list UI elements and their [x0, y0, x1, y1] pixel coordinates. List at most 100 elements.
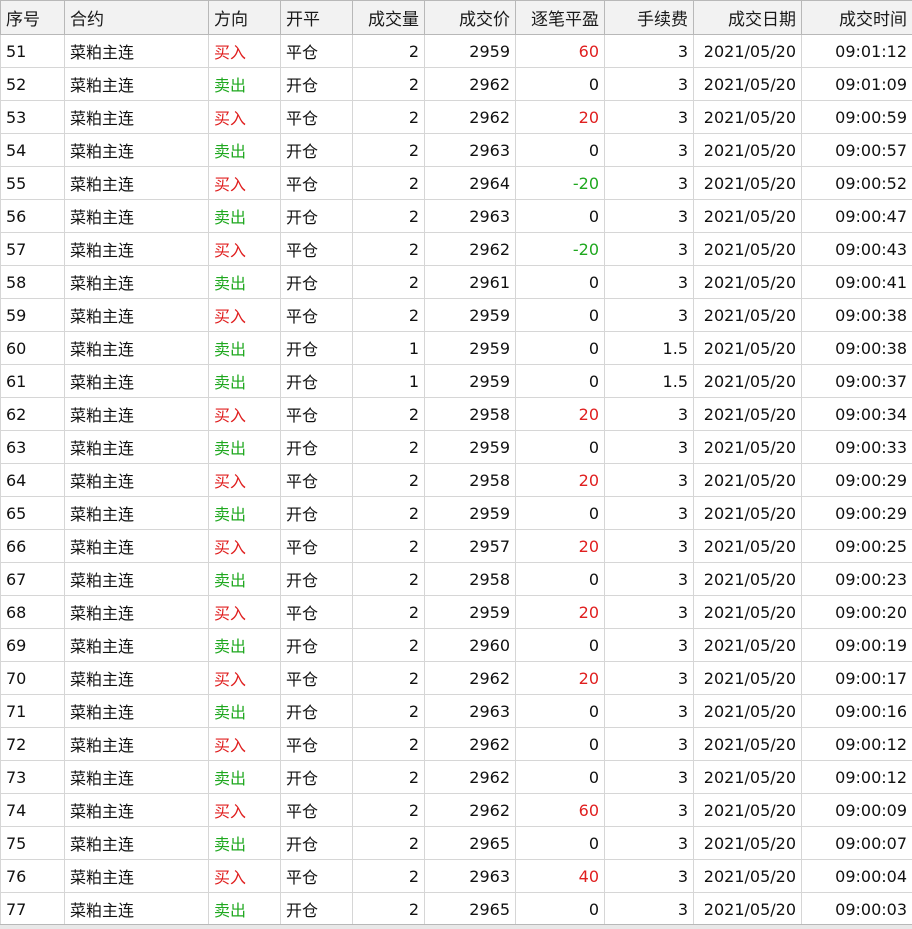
cell-trade-date: 2021/05/20	[694, 860, 802, 893]
table-row[interactable]: 56菜粕主连卖出开仓22963032021/05/2009:00:47	[1, 200, 912, 233]
table-row[interactable]: 59菜粕主连买入平仓22959032021/05/2009:00:38	[1, 299, 912, 332]
cell-fee: 3	[605, 398, 694, 431]
cell-price: 2959	[425, 596, 516, 629]
cell-fee: 3	[605, 728, 694, 761]
column-header-trade-time[interactable]: 成交时间	[802, 1, 912, 35]
cell-trade-pnl: 0	[516, 563, 605, 596]
cell-volume: 2	[353, 101, 425, 134]
cell-trade-time: 09:00:03	[802, 893, 912, 926]
cell-price: 2962	[425, 68, 516, 101]
table-row[interactable]: 66菜粕主连买入平仓229572032021/05/2009:00:25	[1, 530, 912, 563]
cell-direction: 卖出	[209, 695, 281, 728]
table-row[interactable]: 67菜粕主连卖出开仓22958032021/05/2009:00:23	[1, 563, 912, 596]
cell-open-close: 平仓	[281, 530, 353, 563]
cell-contract: 菜粕主连	[65, 299, 209, 332]
column-header-fee[interactable]: 手续费	[605, 1, 694, 35]
table-row[interactable]: 68菜粕主连买入平仓229592032021/05/2009:00:20	[1, 596, 912, 629]
table-row[interactable]: 71菜粕主连卖出开仓22963032021/05/2009:00:16	[1, 695, 912, 728]
table-row[interactable]: 64菜粕主连买入平仓229582032021/05/2009:00:29	[1, 464, 912, 497]
cell-direction: 卖出	[209, 893, 281, 926]
cell-trade-time: 09:00:33	[802, 431, 912, 464]
cell-trade-pnl: 0	[516, 728, 605, 761]
cell-contract: 菜粕主连	[65, 695, 209, 728]
table-row[interactable]: 74菜粕主连买入平仓229626032021/05/2009:00:09	[1, 794, 912, 827]
table-row[interactable]: 60菜粕主连卖出开仓1295901.52021/05/2009:00:38	[1, 332, 912, 365]
table-row[interactable]: 72菜粕主连买入平仓22962032021/05/2009:00:12	[1, 728, 912, 761]
cell-seq: 75	[1, 827, 65, 860]
table-row[interactable]: 65菜粕主连卖出开仓22959032021/05/2009:00:29	[1, 497, 912, 530]
cell-contract: 菜粕主连	[65, 893, 209, 926]
column-header-open-close[interactable]: 开平	[281, 1, 353, 35]
cell-trade-time: 09:00:12	[802, 761, 912, 794]
column-header-trade-pnl[interactable]: 逐笔平盈	[516, 1, 605, 35]
cell-open-close: 开仓	[281, 497, 353, 530]
cell-volume: 2	[353, 167, 425, 200]
table-row[interactable]: 58菜粕主连卖出开仓22961032021/05/2009:00:41	[1, 266, 912, 299]
cell-contract: 菜粕主连	[65, 530, 209, 563]
table-row[interactable]: 52菜粕主连卖出开仓22962032021/05/2009:01:09	[1, 68, 912, 101]
cell-trade-pnl: 0	[516, 200, 605, 233]
table-row[interactable]: 54菜粕主连卖出开仓22963032021/05/2009:00:57	[1, 134, 912, 167]
cell-trade-pnl: 20	[516, 101, 605, 134]
cell-volume: 2	[353, 728, 425, 761]
table-row[interactable]: 61菜粕主连卖出开仓1295901.52021/05/2009:00:37	[1, 365, 912, 398]
column-header-trade-date[interactable]: 成交日期	[694, 1, 802, 35]
column-header-price[interactable]: 成交价	[425, 1, 516, 35]
trade-records-table: 序号 合约 方向 开平 成交量 成交价 逐笔平盈 手续费 成交日期 成交时间 5…	[0, 0, 912, 926]
cell-price: 2962	[425, 761, 516, 794]
horizontal-scrollbar-edge[interactable]	[0, 924, 912, 929]
table-row[interactable]: 51菜粕主连买入平仓229596032021/05/2009:01:12	[1, 35, 912, 68]
cell-trade-date: 2021/05/20	[694, 101, 802, 134]
cell-fee: 3	[605, 431, 694, 464]
cell-volume: 2	[353, 761, 425, 794]
table-row[interactable]: 63菜粕主连卖出开仓22959032021/05/2009:00:33	[1, 431, 912, 464]
cell-fee: 3	[605, 596, 694, 629]
cell-fee: 3	[605, 266, 694, 299]
cell-trade-pnl: 20	[516, 662, 605, 695]
table-row[interactable]: 77菜粕主连卖出开仓22965032021/05/2009:00:03	[1, 893, 912, 926]
column-header-contract[interactable]: 合约	[65, 1, 209, 35]
column-header-volume[interactable]: 成交量	[353, 1, 425, 35]
cell-price: 2959	[425, 431, 516, 464]
trade-records-grid[interactable]: 序号 合约 方向 开平 成交量 成交价 逐笔平盈 手续费 成交日期 成交时间 5…	[0, 0, 912, 926]
cell-trade-date: 2021/05/20	[694, 299, 802, 332]
cell-seq: 62	[1, 398, 65, 431]
table-row[interactable]: 62菜粕主连买入平仓229582032021/05/2009:00:34	[1, 398, 912, 431]
cell-fee: 3	[605, 893, 694, 926]
cell-price: 2962	[425, 233, 516, 266]
table-row[interactable]: 75菜粕主连卖出开仓22965032021/05/2009:00:07	[1, 827, 912, 860]
cell-trade-date: 2021/05/20	[694, 233, 802, 266]
cell-direction: 买入	[209, 299, 281, 332]
cell-trade-time: 09:00:12	[802, 728, 912, 761]
cell-direction: 卖出	[209, 827, 281, 860]
cell-price: 2962	[425, 662, 516, 695]
column-header-direction[interactable]: 方向	[209, 1, 281, 35]
cell-contract: 菜粕主连	[65, 266, 209, 299]
cell-contract: 菜粕主连	[65, 629, 209, 662]
table-row[interactable]: 55菜粕主连买入平仓22964-2032021/05/2009:00:52	[1, 167, 912, 200]
cell-open-close: 平仓	[281, 299, 353, 332]
cell-trade-time: 09:00:20	[802, 596, 912, 629]
cell-price: 2965	[425, 827, 516, 860]
cell-direction: 买入	[209, 530, 281, 563]
cell-trade-date: 2021/05/20	[694, 530, 802, 563]
table-row[interactable]: 73菜粕主连卖出开仓22962032021/05/2009:00:12	[1, 761, 912, 794]
column-header-seq[interactable]: 序号	[1, 1, 65, 35]
cell-trade-pnl: 0	[516, 266, 605, 299]
cell-contract: 菜粕主连	[65, 464, 209, 497]
cell-price: 2959	[425, 299, 516, 332]
cell-contract: 菜粕主连	[65, 728, 209, 761]
table-row[interactable]: 70菜粕主连买入平仓229622032021/05/2009:00:17	[1, 662, 912, 695]
cell-trade-date: 2021/05/20	[694, 167, 802, 200]
cell-seq: 59	[1, 299, 65, 332]
cell-seq: 70	[1, 662, 65, 695]
cell-fee: 1.5	[605, 365, 694, 398]
table-row[interactable]: 57菜粕主连买入平仓22962-2032021/05/2009:00:43	[1, 233, 912, 266]
cell-trade-time: 09:00:19	[802, 629, 912, 662]
cell-trade-date: 2021/05/20	[694, 893, 802, 926]
table-row[interactable]: 69菜粕主连卖出开仓22960032021/05/2009:00:19	[1, 629, 912, 662]
cell-seq: 53	[1, 101, 65, 134]
table-row[interactable]: 76菜粕主连买入平仓229634032021/05/2009:00:04	[1, 860, 912, 893]
table-row[interactable]: 53菜粕主连买入平仓229622032021/05/2009:00:59	[1, 101, 912, 134]
cell-trade-date: 2021/05/20	[694, 662, 802, 695]
